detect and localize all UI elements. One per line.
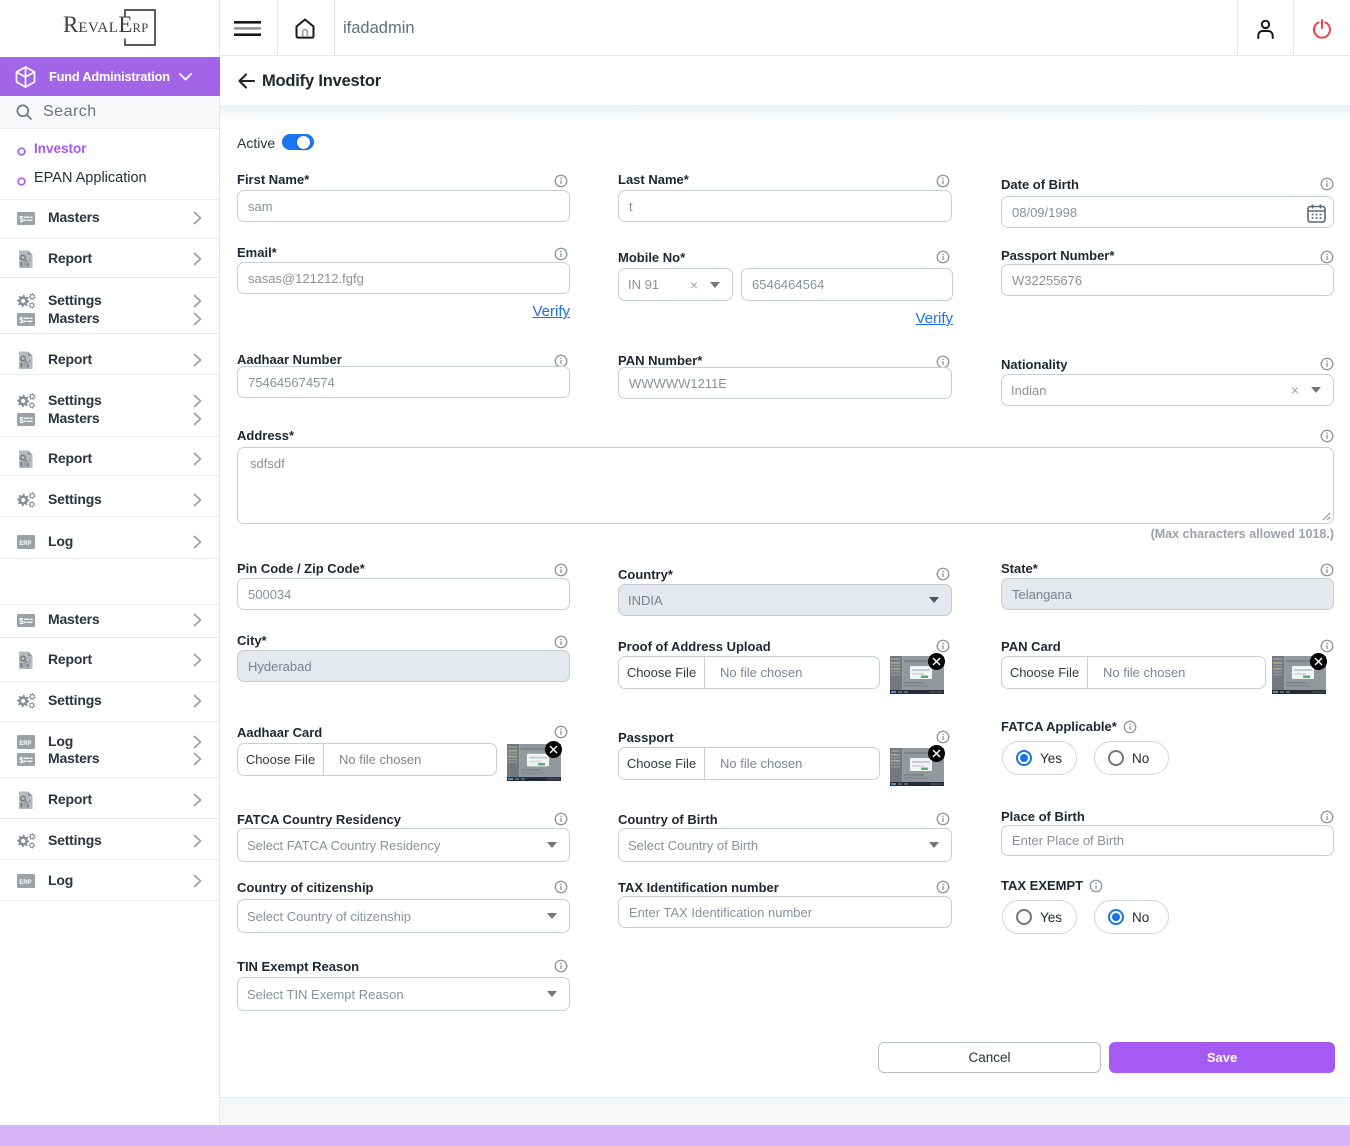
svg-text:ERP: ERP [19, 880, 31, 886]
svg-text:$: $ [19, 756, 24, 765]
svg-text:$: $ [19, 617, 24, 626]
svg-text:$: $ [19, 316, 24, 325]
svg-text:$: $ [19, 416, 24, 425]
svg-text:$: $ [19, 215, 24, 224]
svg-text:ERP: ERP [19, 741, 31, 747]
svg-text:ERP: ERP [19, 541, 31, 547]
